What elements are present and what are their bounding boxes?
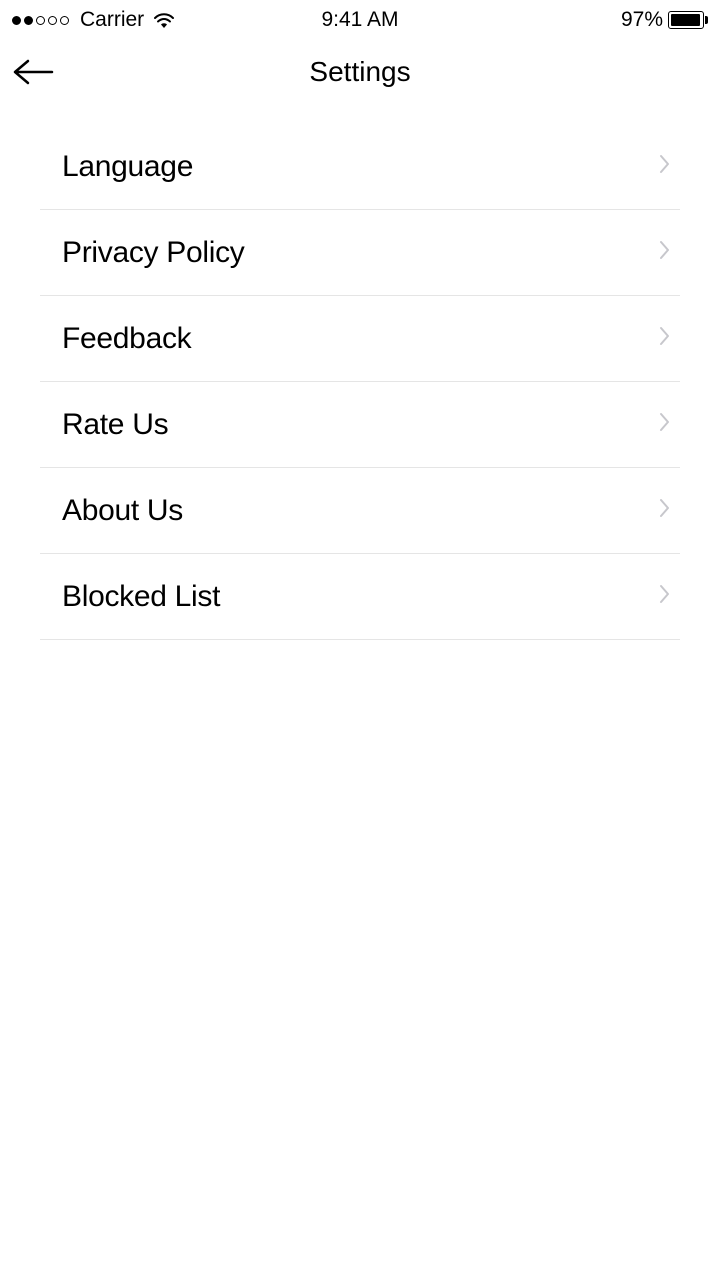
signal-strength-icon [12,16,69,25]
row-label: Feedback [62,322,191,356]
status-bar: Carrier 9:41 AM 97% [0,0,720,40]
row-label: Privacy Policy [62,236,245,270]
page-title: Settings [309,56,410,88]
status-right: 97% [621,8,708,32]
chevron-right-icon [658,411,672,438]
row-label: Language [62,150,193,184]
back-button[interactable] [12,50,56,94]
settings-row-privacy-policy[interactable]: Privacy Policy [40,210,680,296]
carrier-label: Carrier [80,8,144,32]
navigation-bar: Settings [0,40,720,104]
chevron-right-icon [658,325,672,352]
battery-icon [668,11,708,29]
arrow-left-icon [12,58,56,86]
settings-list: Language Privacy Policy Feedback Rate Us… [0,124,720,640]
row-label: About Us [62,494,183,528]
settings-row-feedback[interactable]: Feedback [40,296,680,382]
status-left: Carrier [12,8,176,32]
row-label: Rate Us [62,408,168,442]
chevron-right-icon [658,497,672,524]
status-time: 9:41 AM [321,8,398,32]
chevron-right-icon [658,239,672,266]
battery-percentage: 97% [621,8,663,32]
settings-row-blocked-list[interactable]: Blocked List [40,554,680,640]
row-label: Blocked List [62,580,220,614]
settings-row-rate-us[interactable]: Rate Us [40,382,680,468]
settings-row-language[interactable]: Language [40,124,680,210]
wifi-icon [152,11,176,29]
settings-row-about-us[interactable]: About Us [40,468,680,554]
chevron-right-icon [658,153,672,180]
chevron-right-icon [658,583,672,610]
